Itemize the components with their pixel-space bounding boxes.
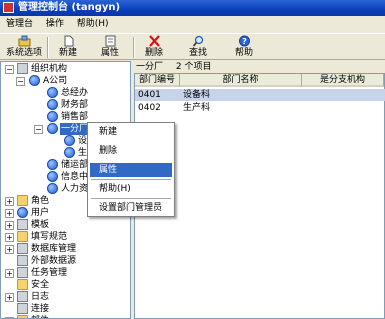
collapse-icon[interactable]: −	[5, 65, 14, 74]
context-menu-properties[interactable]: 属性	[90, 163, 172, 177]
item-count: 2 个项目	[175, 62, 212, 72]
expand-icon[interactable]: +	[5, 293, 14, 302]
expand-icon[interactable]: +	[5, 197, 14, 206]
table-row[interactable]: 0402 生产科	[135, 102, 385, 114]
department-icon	[47, 159, 58, 170]
properties-icon	[105, 35, 115, 47]
expand-icon[interactable]: +	[5, 245, 14, 254]
magnifier-icon	[192, 35, 203, 47]
toolbar-separator	[133, 37, 135, 58]
delete-button[interactable]: 删除	[140, 35, 168, 60]
window-title: 管理控制台 (tangyn)	[18, 2, 121, 13]
department-icon	[64, 135, 75, 146]
context-menu-separator	[91, 198, 171, 199]
context-menu: 新建 删除 属性 帮助(H) 设置部门管理员	[87, 122, 175, 217]
menu-action[interactable]: 操作	[42, 16, 68, 32]
collapse-icon[interactable]: −	[34, 125, 43, 134]
toolbar: 系统选项 新建 属性 删除 查找 ? 帮助	[0, 33, 385, 60]
list-header-strip: 一分厂 2 个项目	[134, 61, 385, 73]
help-button[interactable]: ? 帮助	[230, 35, 258, 60]
new-document-icon	[64, 35, 73, 47]
database-icon	[17, 243, 28, 254]
context-menu-help[interactable]: 帮助(H)	[90, 182, 172, 196]
external-source-icon	[17, 255, 28, 266]
templates-icon	[17, 219, 28, 230]
company-icon	[29, 75, 40, 86]
column-header-is-branch[interactable]: 是分支机构	[302, 74, 384, 87]
menu-bar: 管理台 操作 帮助(H)	[0, 16, 385, 32]
svg-text:?: ?	[242, 37, 247, 46]
connection-icon	[17, 303, 28, 314]
context-menu-delete[interactable]: 删除	[90, 144, 172, 158]
context-menu-new[interactable]: 新建	[90, 125, 172, 139]
title-bar: 管理控制台 (tangyn)	[0, 0, 385, 16]
expand-icon[interactable]: +	[5, 233, 14, 242]
department-icon	[47, 87, 58, 98]
log-icon	[17, 291, 28, 302]
filling-rules-icon	[17, 231, 28, 242]
menu-console[interactable]: 管理台	[2, 16, 37, 32]
department-icon	[47, 99, 58, 110]
expand-icon[interactable]: +	[5, 269, 14, 278]
department-icon	[47, 123, 58, 134]
column-header-dept-name[interactable]: 部门名称	[180, 74, 302, 87]
department-icon	[64, 147, 75, 158]
security-icon	[17, 279, 28, 290]
context-menu-separator	[91, 179, 171, 180]
app-icon	[3, 2, 14, 13]
expand-icon[interactable]: +	[5, 221, 14, 230]
column-header-dept-code[interactable]: 部门编号	[135, 74, 180, 87]
new-button[interactable]: 新建	[54, 35, 82, 60]
expand-icon[interactable]: +	[5, 209, 14, 218]
find-button[interactable]: 查找	[184, 35, 212, 60]
task-icon	[17, 267, 28, 278]
system-options-icon	[18, 35, 30, 47]
delete-x-icon	[148, 35, 160, 47]
roles-icon	[17, 195, 28, 206]
mail-icon	[17, 315, 28, 318]
users-icon	[17, 207, 28, 218]
properties-button[interactable]: 属性	[96, 35, 124, 60]
system-options-button[interactable]: 系统选项	[4, 35, 44, 60]
department-icon	[47, 111, 58, 122]
department-icon	[47, 171, 58, 182]
collapse-icon[interactable]: −	[16, 77, 25, 86]
context-menu-set-dept-admin[interactable]: 设置部门管理员	[90, 201, 172, 215]
organization-icon	[17, 63, 28, 74]
help-icon: ?	[238, 35, 250, 47]
current-location: 一分厂	[136, 62, 164, 72]
department-icon	[47, 183, 58, 194]
menu-help[interactable]: 帮助(H)	[73, 16, 113, 32]
toolbar-separator	[47, 37, 49, 58]
table-row[interactable]: 0401 设备科	[135, 89, 385, 101]
